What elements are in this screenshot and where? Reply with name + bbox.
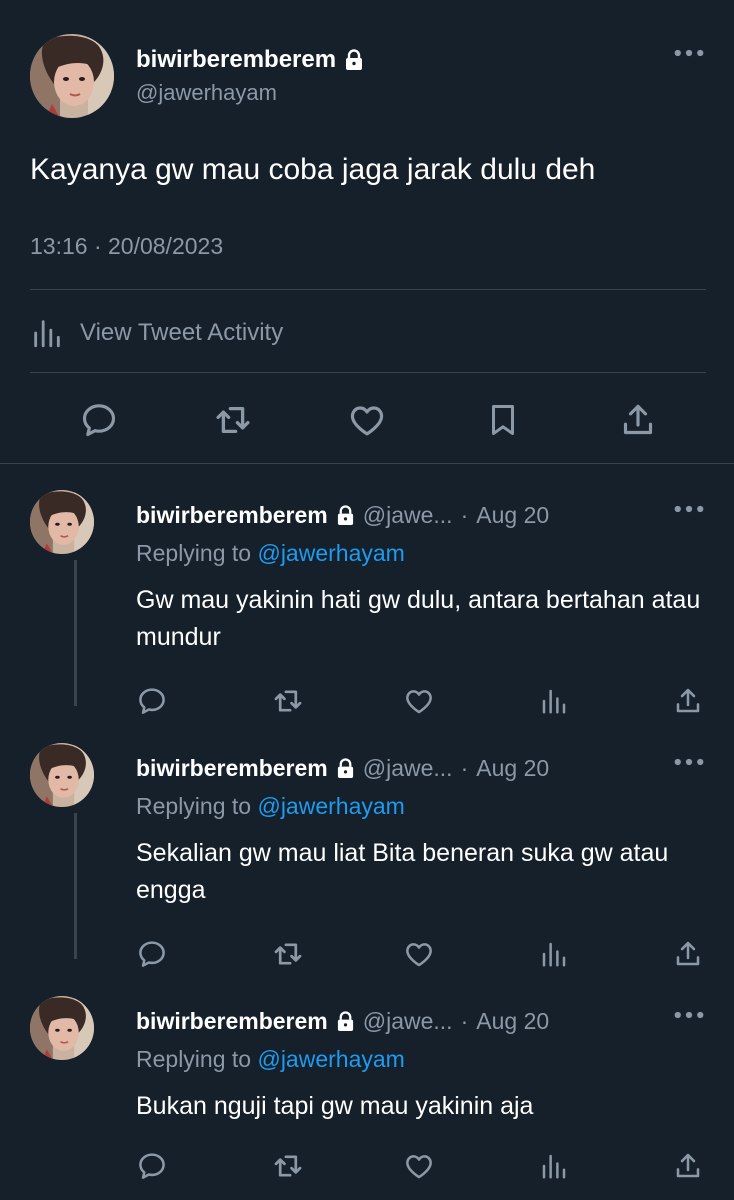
like-icon[interactable]	[345, 398, 389, 442]
share-icon[interactable]	[670, 936, 706, 972]
analytics-icon[interactable]	[536, 936, 572, 972]
retweet-icon[interactable]	[270, 1148, 306, 1184]
avatar[interactable]	[30, 34, 114, 118]
more-options-icon[interactable]	[672, 757, 706, 767]
user-handle[interactable]: @jawerhayam	[136, 80, 277, 106]
analytics-icon[interactable]	[536, 1148, 572, 1184]
reply-time[interactable]: Aug 20	[476, 502, 549, 529]
like-icon[interactable]	[401, 936, 437, 972]
reply-tweet[interactable]: biwirberemberem @jawe... · Aug 20 Replyi…	[0, 970, 734, 1200]
reply-tweet[interactable]: biwirberemberem @jawe... · Aug 20 Replyi…	[0, 464, 734, 717]
reply-header: biwirberemberem @jawe... · Aug 20	[136, 755, 549, 782]
author-row: biwirberemberem	[136, 46, 364, 74]
replying-prefix: Replying to	[136, 793, 258, 819]
mention-link[interactable]: @jawerhayam	[257, 793, 404, 819]
retweet-icon[interactable]	[211, 398, 255, 442]
retweet-icon[interactable]	[270, 936, 306, 972]
share-icon[interactable]	[670, 1148, 706, 1184]
replying-to: Replying to @jawerhayam	[136, 793, 405, 820]
reply-text: Bukan nguji tapi gw mau yakinin aja	[136, 1092, 534, 1120]
share-icon[interactable]	[670, 683, 706, 719]
lock-icon	[336, 758, 355, 779]
main-tweet: biwirberemberem @jawerhayam Kayanya gw m…	[0, 0, 734, 463]
replying-prefix: Replying to	[136, 1046, 258, 1072]
reply-icon[interactable]	[77, 398, 121, 442]
reply-tweet[interactable]: biwirberemberem @jawe... · Aug 20 Replyi…	[0, 717, 734, 970]
display-name[interactable]: biwirberemberem	[136, 1008, 328, 1035]
activity-label: View Tweet Activity	[80, 319, 284, 346]
analytics-icon	[30, 316, 64, 350]
replying-prefix: Replying to	[136, 540, 258, 566]
user-handle[interactable]: @jawe...	[363, 1008, 453, 1035]
more-options-icon[interactable]	[672, 504, 706, 514]
lock-icon	[336, 1011, 355, 1032]
display-name[interactable]: biwirberemberem	[136, 755, 328, 782]
replying-to: Replying to @jawerhayam	[136, 1046, 405, 1073]
separator-dot: ·	[460, 502, 469, 528]
mention-link[interactable]: @jawerhayam	[257, 540, 404, 566]
separator-dot: ·	[460, 1008, 469, 1034]
more-options-icon[interactable]	[672, 48, 706, 58]
reply-icon[interactable]	[134, 936, 170, 972]
reply-action-bar	[0, 1148, 734, 1188]
divider	[30, 372, 706, 373]
analytics-icon[interactable]	[536, 683, 572, 719]
separator-dot: ·	[460, 755, 469, 781]
lock-icon	[344, 49, 364, 71]
replying-to: Replying to @jawerhayam	[136, 540, 405, 567]
tweet-timestamp[interactable]: 13:16 · 20/08/2023	[30, 233, 223, 260]
share-icon[interactable]	[616, 398, 660, 442]
reply-time[interactable]: Aug 20	[476, 1008, 549, 1035]
reply-icon[interactable]	[134, 683, 170, 719]
retweet-icon[interactable]	[270, 683, 306, 719]
tweet-text: Kayanya gw mau coba jaga jarak dulu deh	[30, 153, 596, 186]
user-handle[interactable]: @jawe...	[363, 755, 453, 782]
reply-text: Sekalian gw mau liat Bita beneran suka g…	[136, 839, 669, 904]
reply-icon[interactable]	[134, 1148, 170, 1184]
avatar[interactable]	[30, 490, 94, 554]
bookmark-icon[interactable]	[481, 398, 525, 442]
more-options-icon[interactable]	[672, 1010, 706, 1020]
view-tweet-activity-button[interactable]: View Tweet Activity	[30, 316, 283, 350]
avatar[interactable]	[30, 996, 94, 1060]
like-icon[interactable]	[401, 683, 437, 719]
tweet-action-bar	[0, 394, 734, 448]
like-icon[interactable]	[401, 1148, 437, 1184]
user-handle[interactable]: @jawe...	[363, 502, 453, 529]
reply-text: Gw mau yakinin hati gw dulu, antara bert…	[136, 586, 701, 651]
reply-header: biwirberemberem @jawe... · Aug 20	[136, 1008, 549, 1035]
reply-time[interactable]: Aug 20	[476, 755, 549, 782]
avatar[interactable]	[30, 743, 94, 807]
mention-link[interactable]: @jawerhayam	[257, 1046, 404, 1072]
display-name[interactable]: biwirberemberem	[136, 502, 328, 529]
reply-header: biwirberemberem @jawe... · Aug 20	[136, 502, 549, 529]
display-name[interactable]: biwirberemberem	[136, 46, 336, 74]
lock-icon	[336, 505, 355, 526]
divider	[30, 289, 706, 290]
